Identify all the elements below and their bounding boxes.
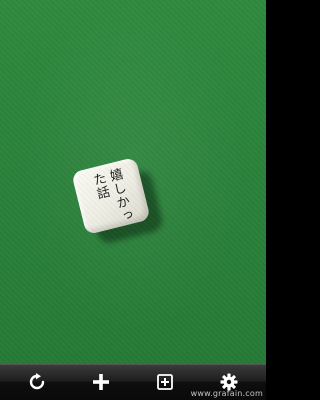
new-item-button[interactable] [152, 369, 178, 395]
plus-icon [93, 374, 109, 390]
refresh-icon [29, 373, 45, 390]
add-die-button[interactable] [88, 369, 114, 395]
dice-table: 嬉しかっ た話 [0, 0, 266, 364]
add-box-icon [157, 374, 173, 390]
watermark-text: www.grafain.com [190, 389, 263, 398]
bottom-toolbar: www.grafain.com [0, 364, 266, 400]
refresh-button[interactable] [24, 369, 50, 395]
